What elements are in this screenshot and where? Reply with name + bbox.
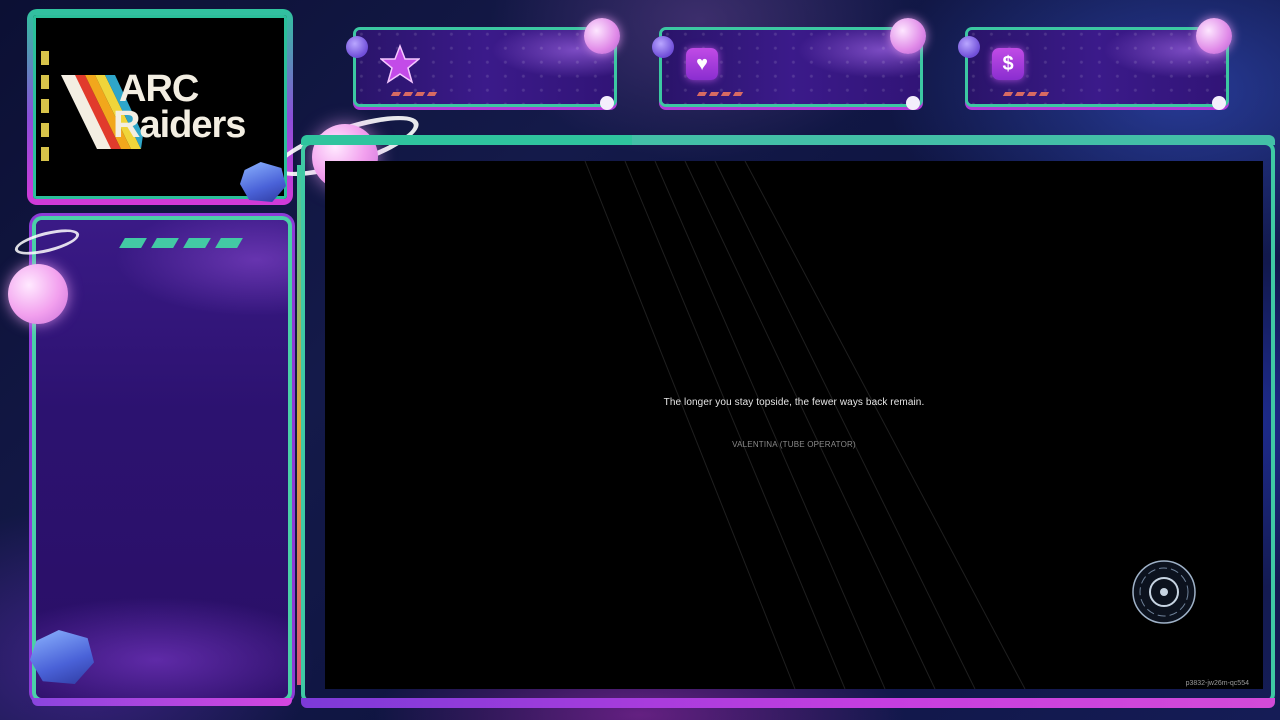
webcam-frame [32, 220, 292, 706]
logo-line-1: ARC [119, 68, 199, 110]
cam-frame-dashes [119, 238, 243, 248]
logo-line-2: Raiders [113, 104, 246, 146]
follower-alert-panel [346, 18, 620, 110]
donation-alert-panel: $ [958, 18, 1232, 110]
build-id: p3832-jw26m-qc554 [1185, 680, 1249, 687]
planet-decoration [8, 264, 68, 324]
subscriber-alert-panel: ♥ [652, 18, 926, 110]
alert-ticks [390, 92, 438, 96]
game-logo: ARC Raiders [113, 68, 246, 144]
frame-side-accent [297, 165, 301, 685]
game-loading-screen: The longer you stay topside, the fewer w… [325, 161, 1263, 689]
loading-spinner-icon [1132, 560, 1196, 624]
alert-dot [1212, 96, 1226, 110]
planet-icon [584, 18, 620, 54]
light-streaks-decoration [584, 161, 1026, 689]
logo-warning-stripes [41, 51, 49, 161]
star-icon [380, 44, 420, 84]
planet-icon [890, 18, 926, 54]
moon-icon [652, 36, 674, 58]
moon-icon [958, 36, 980, 58]
heart-icon: ♥ [686, 48, 718, 80]
quote-attribution: VALENTINA (TUBE OPERATOR) [732, 440, 856, 449]
planet-icon [1196, 18, 1232, 54]
moon-icon [346, 36, 368, 58]
alert-ticks [1002, 92, 1050, 96]
alert-ticks [696, 92, 744, 96]
dollar-icon: $ [992, 48, 1024, 80]
loading-quote: The longer you stay topside, the fewer w… [663, 397, 925, 408]
alert-dot [600, 96, 614, 110]
alert-dot [906, 96, 920, 110]
game-capture-frame: The longer you stay topside, the fewer w… [297, 135, 1275, 708]
